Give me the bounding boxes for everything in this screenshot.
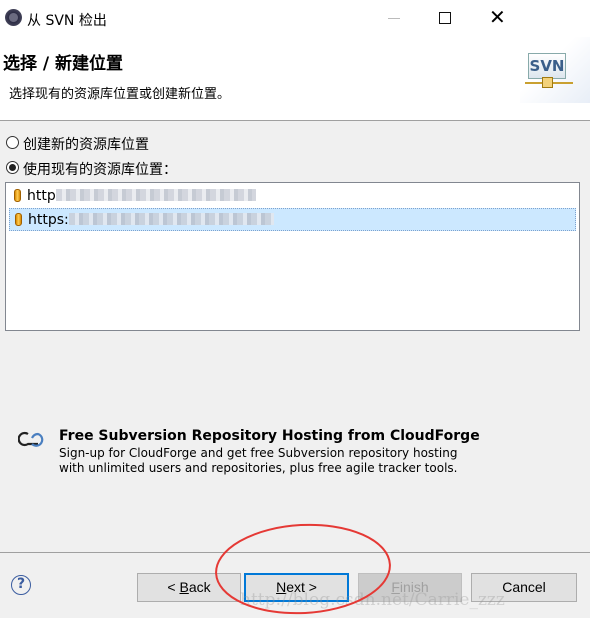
redacted-url bbox=[68, 213, 274, 225]
eclipse-icon bbox=[5, 9, 22, 26]
radio-button[interactable] bbox=[6, 136, 19, 149]
maximize-button[interactable] bbox=[439, 12, 451, 24]
cloud-icon bbox=[17, 431, 48, 447]
button-bar-divider bbox=[0, 552, 590, 553]
repository-url: http bbox=[27, 188, 56, 204]
window-title: 从 SVN 检出 bbox=[27, 13, 107, 29]
repository-url: https: bbox=[28, 212, 69, 228]
repository-list[interactable]: http https: bbox=[5, 182, 580, 331]
page-description: 选择现有的资源库位置或创建新位置。 bbox=[9, 87, 231, 102]
radio-label: 使用现有的资源库位置： bbox=[23, 162, 177, 178]
back-button[interactable]: < Back bbox=[137, 573, 241, 602]
minimize-button[interactable] bbox=[388, 18, 400, 19]
title-bar: 从 SVN 检出 ✕ bbox=[0, 0, 590, 37]
svn-logo-icon: SVN bbox=[520, 37, 590, 103]
promo-line-1: Sign-up for CloudForge and get free Subv… bbox=[59, 446, 458, 460]
next-button[interactable]: Next > bbox=[244, 573, 349, 602]
red-ellipse-highlight bbox=[215, 523, 391, 615]
help-button[interactable]: ? bbox=[11, 575, 31, 595]
promo-title[interactable]: Free Subversion Repository Hosting from … bbox=[59, 428, 480, 444]
redacted-url bbox=[55, 189, 256, 201]
finish-button[interactable]: Finish bbox=[358, 573, 462, 602]
promo-line-2: with unlimited users and repositories, p… bbox=[59, 461, 458, 475]
wizard-header: 选择 / 新建位置 选择现有的资源库位置或创建新位置。 SVN bbox=[0, 37, 590, 121]
svn-logo-text: SVN bbox=[528, 53, 566, 79]
close-button[interactable]: ✕ bbox=[489, 5, 506, 29]
radio-button[interactable] bbox=[6, 161, 19, 174]
cancel-button[interactable]: Cancel bbox=[471, 573, 577, 602]
list-item-selected[interactable]: https: bbox=[9, 208, 576, 231]
list-item[interactable]: http bbox=[9, 185, 576, 208]
page-title: 选择 / 新建位置 bbox=[3, 54, 124, 74]
repository-icon bbox=[15, 213, 22, 226]
repository-icon bbox=[14, 189, 21, 202]
radio-label: 创建新的资源库位置 bbox=[23, 137, 149, 153]
